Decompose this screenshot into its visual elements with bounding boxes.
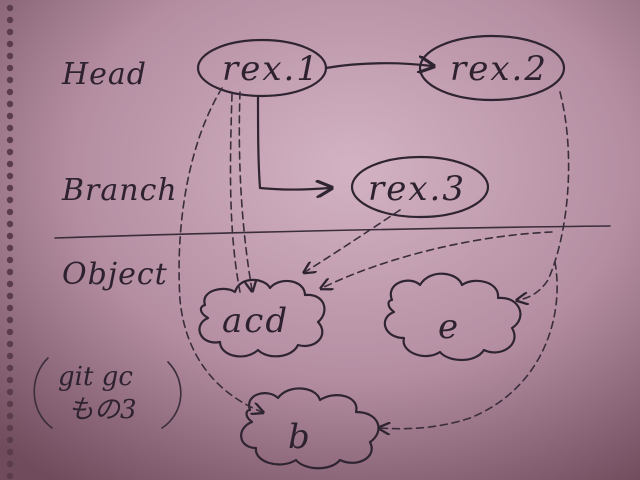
binding-hole xyxy=(6,208,14,216)
node-b-label: b xyxy=(288,417,312,457)
binding-hole xyxy=(6,436,14,444)
note-line2: もの3 xyxy=(68,395,137,425)
binding-hole xyxy=(6,28,14,36)
binding-hole xyxy=(6,232,14,240)
row-label-head: Head xyxy=(61,57,147,92)
node-acd-label: acd xyxy=(222,301,289,341)
binding-hole xyxy=(6,400,14,408)
node-rev3-label: rex.3 xyxy=(368,169,466,209)
node-rev1-label: rex.1 xyxy=(222,49,320,89)
row-label-branch: Branch xyxy=(61,173,178,208)
binding-hole xyxy=(6,376,14,384)
binding-hole xyxy=(6,184,14,192)
binding-hole xyxy=(6,388,14,396)
binding-hole xyxy=(6,52,14,60)
binding-hole xyxy=(6,268,14,276)
binding-hole xyxy=(6,352,14,360)
binding-hole xyxy=(6,100,14,108)
binding-hole xyxy=(6,292,14,300)
row-label-object: Object xyxy=(62,257,168,292)
binding-hole xyxy=(6,4,14,12)
binding-hole xyxy=(6,472,14,480)
binding-hole xyxy=(6,112,14,120)
binding-hole xyxy=(6,340,14,348)
binding-hole xyxy=(6,172,14,180)
binding-hole xyxy=(6,88,14,96)
diagram-canvas: Head Branch Object rex.1 rex.2 rex.3 acd… xyxy=(0,0,640,480)
binding-hole xyxy=(6,448,14,456)
binding-hole xyxy=(6,220,14,228)
node-rev2-label: rex.2 xyxy=(450,49,548,89)
node-e-label: e xyxy=(438,307,460,347)
note-line1: git gc xyxy=(58,362,133,392)
binding-hole xyxy=(6,244,14,252)
binding-hole xyxy=(6,328,14,336)
binding-hole xyxy=(6,76,14,84)
binding-hole xyxy=(6,364,14,372)
binding-hole xyxy=(6,316,14,324)
binding-hole xyxy=(6,160,14,168)
binding-hole xyxy=(6,40,14,48)
binding-hole xyxy=(6,412,14,420)
binding-hole xyxy=(6,196,14,204)
binding-hole xyxy=(6,136,14,144)
binding-hole xyxy=(6,16,14,24)
binding-hole xyxy=(6,424,14,432)
binding-hole xyxy=(6,64,14,72)
binding-hole xyxy=(6,124,14,132)
binding-hole xyxy=(6,148,14,156)
binding-hole xyxy=(6,304,14,312)
binding-hole xyxy=(6,280,14,288)
binding-hole xyxy=(6,256,14,264)
binding-hole xyxy=(6,460,14,468)
